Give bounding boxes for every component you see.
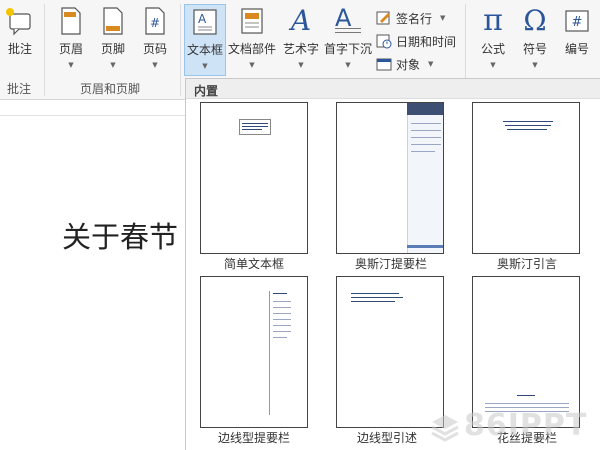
comment-button[interactable]: 批注 xyxy=(2,6,38,57)
chevron-down-icon: ▼ xyxy=(532,61,538,69)
chevron-down-icon: ▼ xyxy=(345,61,351,69)
gallery-item-label: 边线型提要栏 xyxy=(217,431,290,445)
page-number-icon: # xyxy=(145,7,165,35)
pi-icon: π xyxy=(483,3,503,38)
gallery-item-filigree-sidebar[interactable] xyxy=(472,276,580,428)
footer-icon xyxy=(103,7,123,35)
text-box-icon: A xyxy=(193,9,217,35)
thumb-textbox-frame xyxy=(239,119,271,135)
page-edge-divider xyxy=(0,115,186,116)
date-time-button[interactable]: 日期和时间 xyxy=(376,31,456,51)
chevron-down-icon: ▼ xyxy=(490,61,496,69)
group-separator xyxy=(180,4,181,96)
gallery-item-label: 奥斯汀提要栏 xyxy=(354,257,427,271)
footer-button[interactable]: 页脚 ▼ xyxy=(94,6,132,69)
number-glyph: # xyxy=(572,15,583,30)
symbol-button[interactable]: Ω 符号 ▼ xyxy=(516,4,554,70)
quick-parts-icon xyxy=(241,8,263,34)
signature-line-button[interactable]: 签名行 ▼ xyxy=(376,8,445,28)
drop-cap-button[interactable]: A 首字下沉 ▼ xyxy=(323,4,373,69)
document-text[interactable]: 关于春节 xyxy=(62,214,178,256)
thumb-sidebar-panel xyxy=(407,103,443,253)
object-button[interactable]: 对象 ▼ xyxy=(376,54,433,74)
text-box-button[interactable]: A 文本框 ▼ xyxy=(184,4,226,76)
stack-logo-icon xyxy=(431,415,459,442)
page-number-glyph: # xyxy=(150,16,160,30)
group-label-header-footer: 页眉和页脚 xyxy=(80,82,141,96)
drop-cap-line xyxy=(335,32,361,33)
group-label-comments: 批注 xyxy=(7,82,32,96)
date-time-icon xyxy=(376,34,392,49)
watermark-text: 86IPPT xyxy=(464,408,588,443)
thumb-sidebar-footer xyxy=(407,245,443,248)
signature-line-icon xyxy=(376,11,390,25)
object-icon xyxy=(376,58,392,71)
drop-cap-icon: A xyxy=(333,4,363,36)
gallery-item-edge-quote[interactable] xyxy=(336,276,444,428)
equation-button[interactable]: π 公式 ▼ xyxy=(474,3,512,70)
chevron-down-icon: ▼ xyxy=(68,61,74,69)
chevron-down-icon: ▼ xyxy=(440,14,446,22)
group-separator xyxy=(44,4,45,96)
number-icon: # xyxy=(565,10,589,32)
watermark: 86IPPT xyxy=(430,408,596,446)
thumb-sidebar-banner xyxy=(407,103,443,115)
page-number-button[interactable]: # 页码 ▼ xyxy=(136,6,174,69)
chevron-down-icon: ▼ xyxy=(202,62,208,70)
drop-cap-line xyxy=(335,28,361,29)
gallery-item-label: 简单文本框 xyxy=(223,257,284,271)
gallery-item-austin-quote[interactable] xyxy=(472,102,580,254)
chevron-down-icon: ▼ xyxy=(110,61,116,69)
chevron-down-icon: ▼ xyxy=(249,61,255,69)
chevron-down-icon: ▼ xyxy=(298,61,304,69)
wordart-icon: A xyxy=(290,4,312,37)
gallery-item-simple-text-box[interactable] xyxy=(200,102,308,254)
chevron-down-icon: ▼ xyxy=(152,61,158,69)
new-comment-icon xyxy=(6,8,31,36)
thumb-edge-rule xyxy=(269,291,270,415)
quick-parts-button[interactable]: 文档部件 ▼ xyxy=(228,6,276,69)
document-area[interactable] xyxy=(0,101,186,450)
header-icon xyxy=(61,7,81,35)
text-box-gallery: 内置 简单文本框 奥斯汀提要栏 奥斯汀引言 边线型提要栏 边线型引述 花丝提要栏 xyxy=(185,78,600,450)
gallery-item-label: 奥斯汀引言 xyxy=(496,257,557,271)
svg-text:A: A xyxy=(198,12,207,26)
number-button[interactable]: # 编号 xyxy=(558,6,596,57)
omega-icon: Ω xyxy=(523,4,547,37)
gallery-section-header: 内置 xyxy=(186,79,600,99)
chevron-down-icon: ▼ xyxy=(428,60,434,68)
header-button[interactable]: 页眉 ▼ xyxy=(52,6,90,69)
gallery-item-austin-sidebar[interactable] xyxy=(336,102,444,254)
gallery-item-edge-sidebar[interactable] xyxy=(200,276,308,428)
wordart-button[interactable]: A 艺术字 ▼ xyxy=(280,4,322,70)
